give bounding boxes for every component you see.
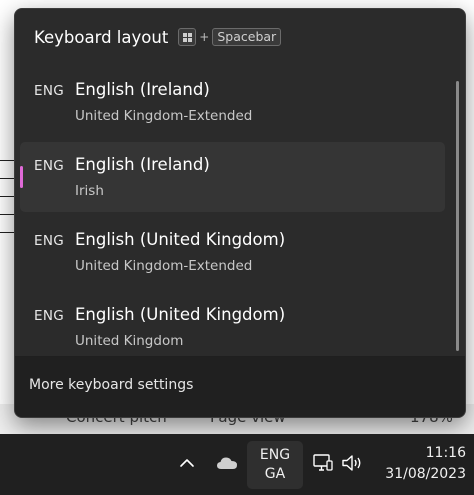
layout-name: Irish: [75, 183, 104, 199]
network-icon: [313, 454, 333, 471]
language-code: ENG: [34, 83, 64, 99]
more-keyboard-settings-link[interactable]: More keyboard settings: [29, 377, 193, 393]
language-name: English (United Kingdom): [75, 230, 286, 249]
windows-key-icon: [178, 28, 197, 46]
taskbar: ENG GA 11:16 31/08/2023: [0, 434, 474, 495]
shortcut-hint: + Spacebar: [178, 28, 282, 46]
volume-icon: [342, 455, 361, 471]
volume-button[interactable]: [340, 452, 364, 474]
selection-indicator: [20, 166, 23, 188]
onedrive-button[interactable]: [214, 452, 240, 474]
language-name: English (Ireland): [75, 80, 210, 99]
layout-name: United Kingdom-Extended: [75, 108, 253, 124]
clock-date: 31/08/2023: [385, 466, 466, 482]
shortcut-plus: +: [199, 30, 210, 44]
onedrive-cloud-icon: [217, 457, 237, 469]
show-hidden-icons-button[interactable]: [176, 452, 198, 474]
music-staff-fragment: [0, 150, 14, 270]
clock-button[interactable]: 11:16 31/08/2023: [380, 443, 466, 485]
language-code: ENG: [34, 308, 64, 324]
layout-item-uk-uk[interactable]: ENG English (United Kingdom) United King…: [20, 292, 445, 362]
flyout-footer: More keyboard settings: [15, 357, 465, 417]
language-code: ENG: [34, 158, 64, 174]
language-name: English (United Kingdom): [75, 305, 286, 324]
keyboard-layout-flyout: Keyboard layout + Spacebar ENG English (…: [14, 8, 466, 418]
input-indicator-button[interactable]: ENG GA: [247, 441, 303, 489]
clock-time: 11:16: [425, 445, 466, 461]
spacebar-key: Spacebar: [212, 28, 282, 46]
flyout-title: Keyboard layout: [34, 27, 169, 47]
language-code: ENG: [34, 233, 64, 249]
chevron-up-icon: [180, 459, 194, 467]
layout-item-uk-uk-extended[interactable]: ENG English (United Kingdom) United King…: [20, 217, 445, 287]
layout-item-ireland-irish[interactable]: ENG English (Ireland) Irish: [20, 142, 445, 212]
list-scrollbar[interactable]: [456, 81, 459, 351]
flyout-header: Keyboard layout + Spacebar: [34, 25, 282, 49]
layout-name: United Kingdom: [75, 333, 184, 349]
layout-name: United Kingdom-Extended: [75, 258, 253, 274]
network-button[interactable]: [312, 451, 334, 475]
layout-item-ireland-uk-extended[interactable]: ENG English (Ireland) United Kingdom-Ext…: [20, 67, 445, 137]
input-language: ENG: [259, 447, 291, 463]
language-name: English (Ireland): [75, 155, 210, 174]
input-method: GA: [264, 466, 286, 482]
